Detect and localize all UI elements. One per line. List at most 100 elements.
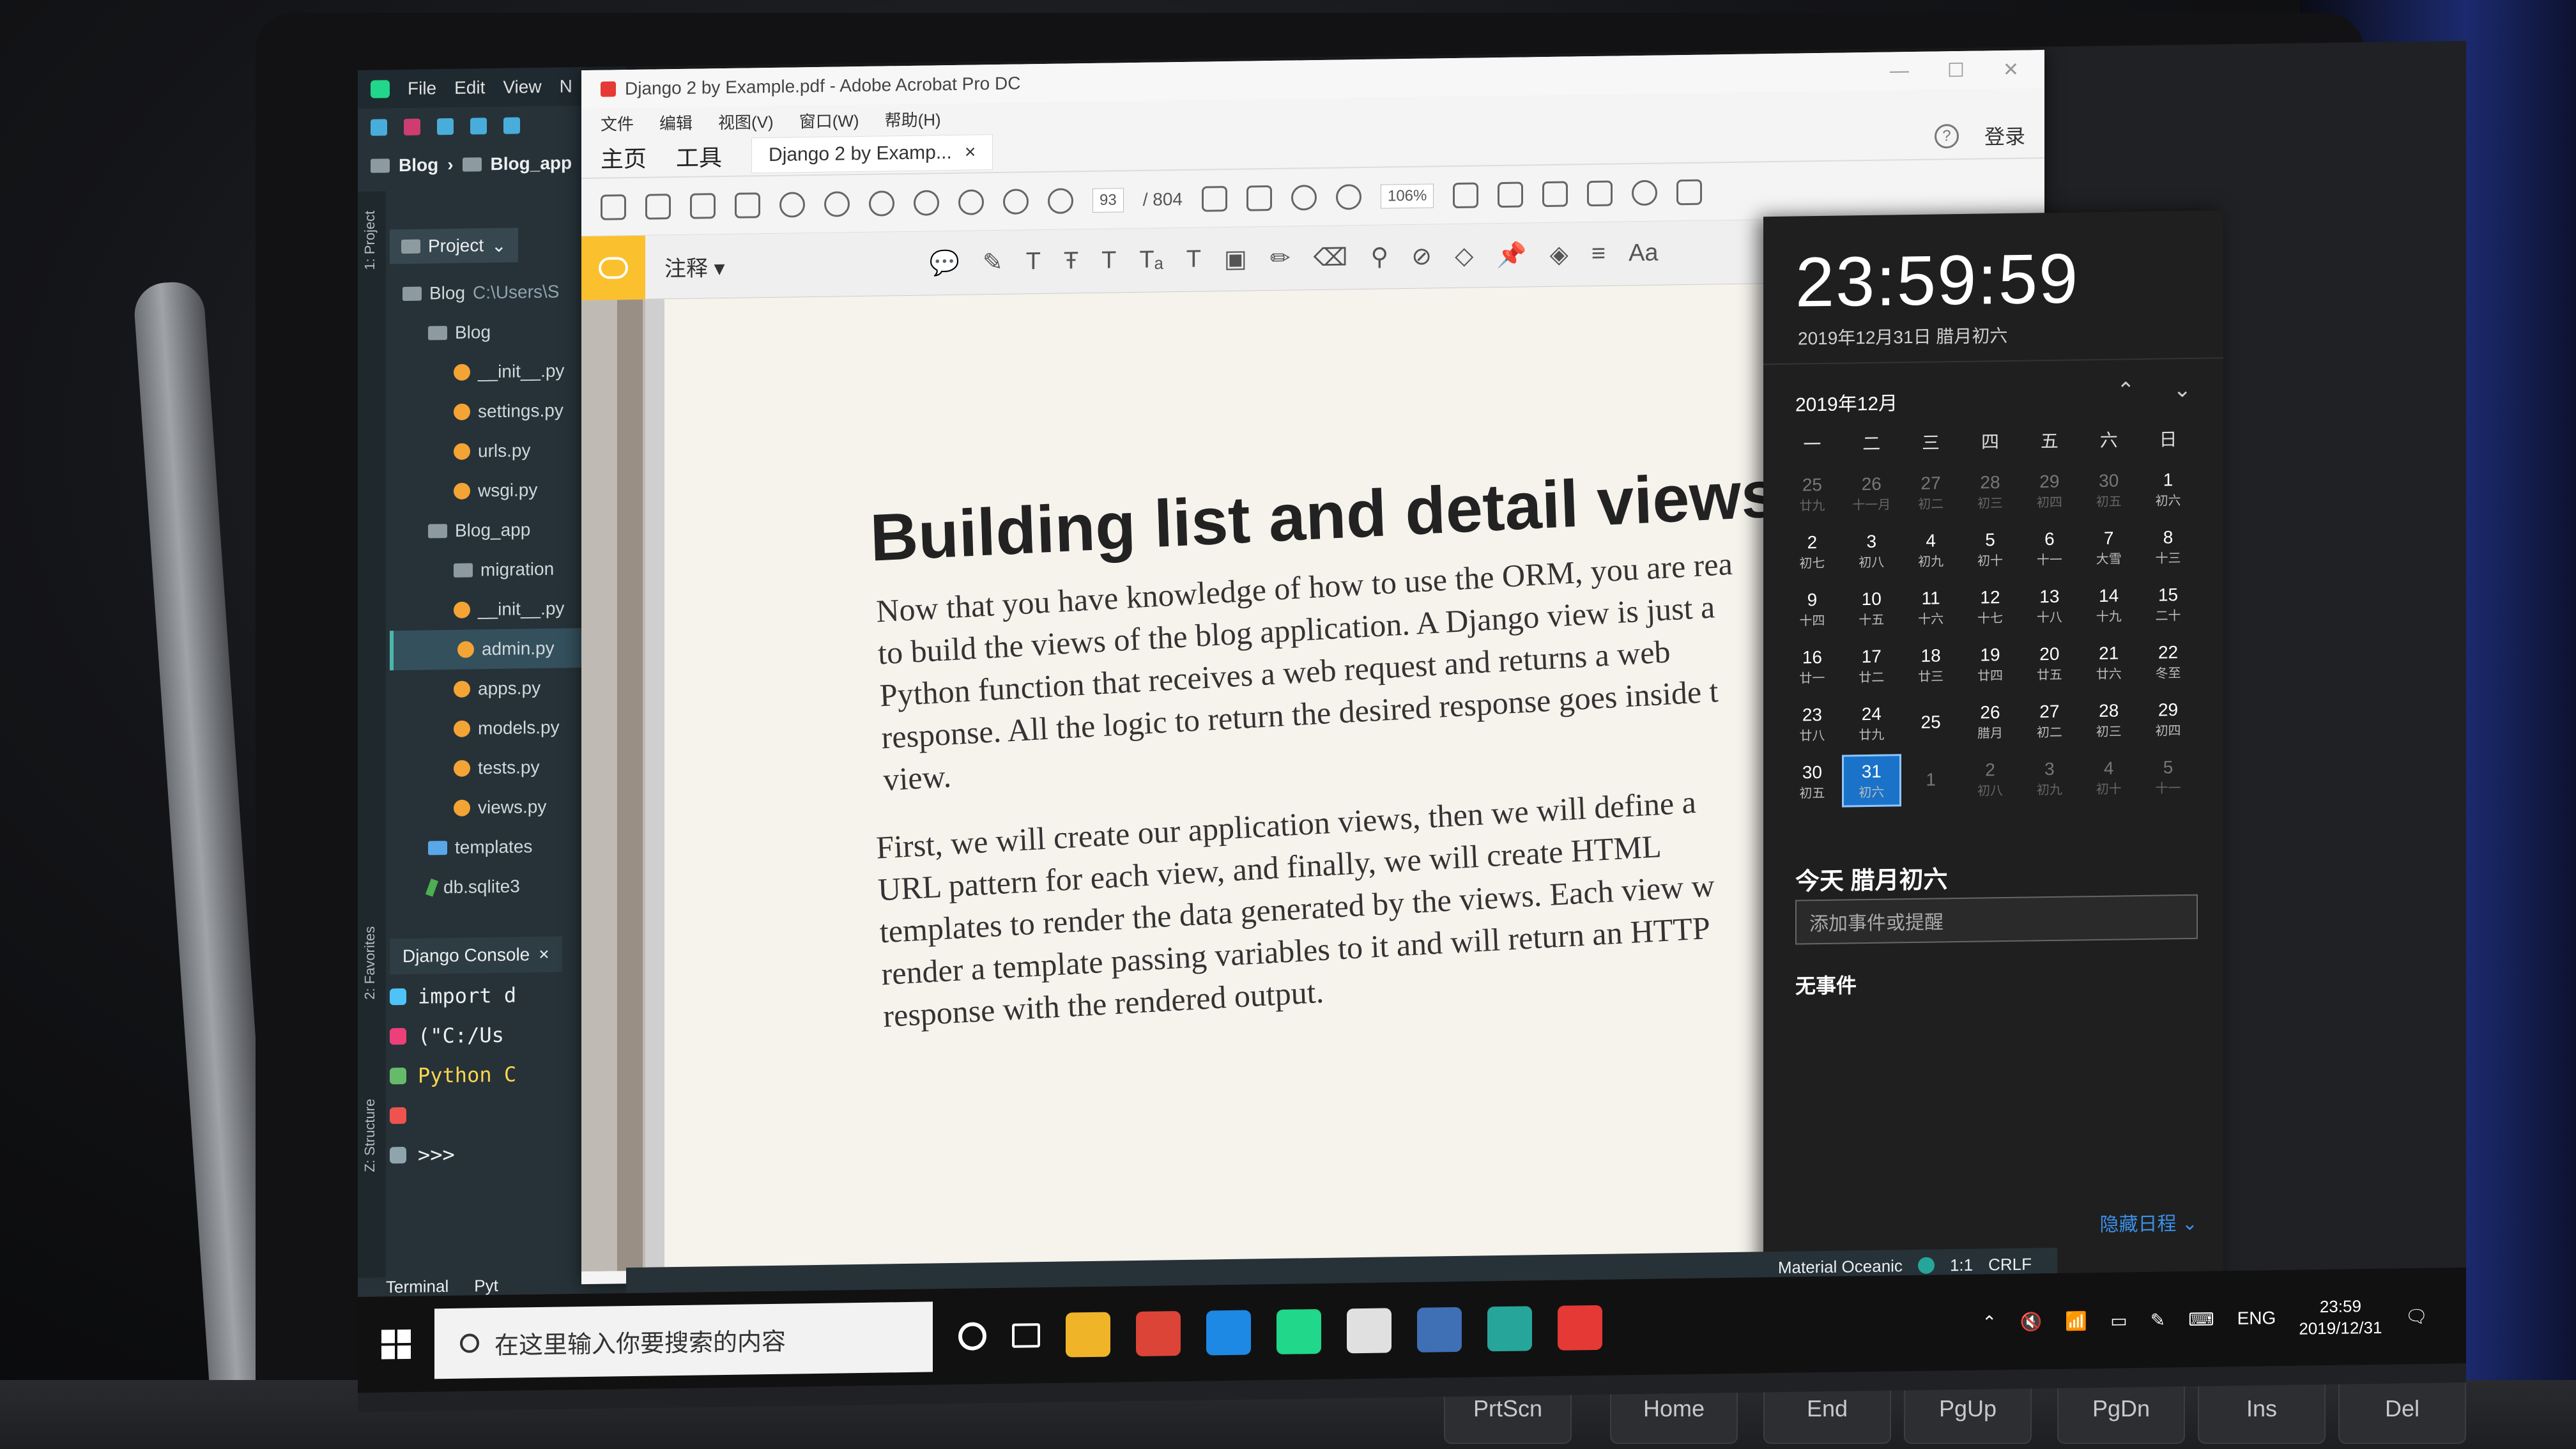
menu-edit[interactable]: Edit xyxy=(454,77,485,98)
fit-page-icon[interactable] xyxy=(1453,182,1479,208)
volume-mute-icon[interactable]: 🔇 xyxy=(2020,1311,2043,1332)
calendar-day[interactable]: 27 初二 xyxy=(2020,694,2079,747)
calendar-day[interactable]: 8 十三 xyxy=(2138,520,2198,573)
calendar-day[interactable]: 29 初四 xyxy=(2138,693,2198,746)
calendar-day[interactable]: 2 初七 xyxy=(1782,525,1842,578)
calendar-day[interactable]: 26 十一月 xyxy=(1842,466,1901,519)
notification-icon[interactable]: 🗨 xyxy=(2405,1305,2428,1326)
calendar-day[interactable]: 16 廿一 xyxy=(1782,640,1842,693)
chevron-up-icon[interactable]: ⌃ xyxy=(1982,1312,1997,1333)
calendar-day[interactable]: 17 廿二 xyxy=(1842,639,1901,692)
taskbar-search[interactable]: 在这里输入你要搜索的内容 xyxy=(434,1301,933,1379)
app-teal-icon[interactable] xyxy=(1487,1306,1532,1352)
annotation-label[interactable]: 注释 ▾ xyxy=(664,250,725,282)
pen-icon[interactable] xyxy=(1676,179,1703,205)
login-link[interactable]: 登录 xyxy=(1984,121,2025,151)
scroll-mode-icon[interactable] xyxy=(1587,180,1613,206)
django-console-tab[interactable]: Django Console × xyxy=(390,936,562,975)
email-icon[interactable] xyxy=(735,192,760,218)
calendar-day[interactable]: 5 十一 xyxy=(2138,750,2198,803)
forward-icon[interactable] xyxy=(1048,187,1073,214)
breadcrumb-blog[interactable]: Blog xyxy=(399,155,438,176)
calendar-day[interactable]: 27 初二 xyxy=(1901,466,1961,519)
chevron-down-icon[interactable]: ⌄ xyxy=(2174,377,2192,402)
console-action-icon[interactable] xyxy=(390,1027,406,1045)
menu-view[interactable]: View xyxy=(503,77,541,98)
calendar-day[interactable]: 12 十七 xyxy=(1961,580,2020,633)
console-action-icon[interactable] xyxy=(390,1146,406,1164)
task-view-icon[interactable] xyxy=(1012,1323,1040,1348)
tab-home[interactable]: 主页 xyxy=(601,141,647,174)
save-icon[interactable] xyxy=(601,194,626,220)
sticky-note-icon[interactable]: 💬 xyxy=(930,249,960,277)
calendar-day[interactable]: 23 廿八 xyxy=(1782,698,1842,751)
zoom-in-icon[interactable] xyxy=(1335,183,1361,210)
upload-icon[interactable] xyxy=(645,193,671,220)
calendar-day[interactable]: 6 十一 xyxy=(2020,521,2079,574)
fill-color-icon[interactable]: ◈ xyxy=(1550,240,1568,269)
maximize-icon[interactable]: ☐ xyxy=(1947,59,1965,81)
calendar-month[interactable]: 2019年12月 xyxy=(1795,387,1897,417)
breadcrumb-blog-app[interactable]: Blog_app xyxy=(491,153,572,174)
taskbar-clock[interactable]: 23:59 2019/12/31 xyxy=(2299,1295,2382,1340)
menu-help[interactable]: 帮助(H) xyxy=(885,107,941,131)
menu-navigate[interactable]: N xyxy=(560,76,572,96)
calendar-day[interactable]: 21 廿六 xyxy=(2079,636,2138,689)
eraser-icon[interactable]: ⌫ xyxy=(1314,243,1348,272)
replace-text-icon[interactable]: T xyxy=(1101,247,1116,274)
sync-icon[interactable] xyxy=(437,118,454,135)
text-underline-icon[interactable]: T xyxy=(1026,248,1041,275)
comment-icon[interactable] xyxy=(1632,180,1658,206)
menu-file[interactable]: 文件 xyxy=(601,111,634,135)
cursor-position[interactable]: 1:1 xyxy=(1950,1255,1973,1275)
fullscreen-icon[interactable] xyxy=(1542,181,1568,207)
calendar-day[interactable]: 1 xyxy=(1901,753,1961,806)
cortana-icon[interactable] xyxy=(958,1322,986,1351)
menu-edit[interactable]: 编辑 xyxy=(659,110,693,134)
calendar-day[interactable]: 13 十八 xyxy=(2020,579,2079,632)
menu-view[interactable]: 视图(V) xyxy=(718,109,774,133)
calendar-day[interactable]: 3 初八 xyxy=(1842,524,1901,577)
pen-icon[interactable]: ✎ xyxy=(2150,1309,2165,1330)
theme-name[interactable]: Material Oceanic xyxy=(1778,1256,1903,1278)
pencil-icon[interactable]: ✏ xyxy=(1270,244,1291,273)
page-number-input[interactable]: 93 xyxy=(1092,187,1124,213)
side-tab-favorites[interactable]: 2: Favorites xyxy=(362,926,378,1000)
strikethrough-icon[interactable]: Ŧ xyxy=(1064,247,1078,275)
language-indicator[interactable]: ENG xyxy=(2237,1308,2276,1329)
calendar-day[interactable]: 18 廿三 xyxy=(1901,638,1961,691)
calendar-day[interactable]: 9 十四 xyxy=(1782,583,1842,636)
close-icon[interactable]: ✕ xyxy=(2003,58,2019,80)
forward-arrow-icon[interactable] xyxy=(503,117,520,134)
prev-page-icon[interactable] xyxy=(914,189,939,216)
next-page-icon[interactable] xyxy=(958,188,984,215)
minimize-icon[interactable]: — xyxy=(1890,60,1909,82)
menu-file[interactable]: File xyxy=(408,78,436,99)
calendar-day[interactable]: 3 初九 xyxy=(2020,751,2079,804)
close-icon[interactable]: × xyxy=(539,944,549,965)
hide-schedule-link[interactable]: 隐藏日程 ⌄ xyxy=(2100,1208,2198,1237)
calendar-day[interactable]: 26 腊月 xyxy=(1961,695,2020,748)
select-cursor-icon[interactable] xyxy=(1201,185,1227,212)
calendar-day[interactable]: 2 初八 xyxy=(1961,753,2020,806)
console-action-icon[interactable] xyxy=(390,1067,406,1085)
back-arrow-icon[interactable] xyxy=(470,118,487,135)
close-tab-icon[interactable]: × xyxy=(965,141,976,163)
help-icon[interactable]: ? xyxy=(1934,124,1959,149)
python-console-tab[interactable]: Pyt xyxy=(474,1275,498,1296)
terminal-tab[interactable]: Terminal xyxy=(386,1276,448,1297)
clock-date[interactable]: 2019年12月31日 腊月初六 xyxy=(1798,322,2007,351)
acrobat-icon[interactable] xyxy=(1558,1305,1602,1351)
calendar-day[interactable]: 30 初五 xyxy=(2079,463,2138,516)
tab-tools[interactable]: 工具 xyxy=(676,139,722,173)
zoom-select[interactable]: 106% xyxy=(1380,183,1434,209)
calendar-day[interactable]: 22 冬至 xyxy=(2138,635,2198,688)
line-ending[interactable]: CRLF xyxy=(1988,1254,2032,1275)
open-folder-icon[interactable] xyxy=(371,119,387,136)
back-icon[interactable] xyxy=(1003,188,1029,215)
attach-icon[interactable]: ⊘ xyxy=(1411,242,1432,271)
calendar-day[interactable]: 4 初九 xyxy=(1901,523,1961,576)
print-icon[interactable] xyxy=(690,192,716,219)
navigation-pane[interactable] xyxy=(581,299,645,1272)
calendar-day[interactable]: 28 初三 xyxy=(1961,465,2020,518)
